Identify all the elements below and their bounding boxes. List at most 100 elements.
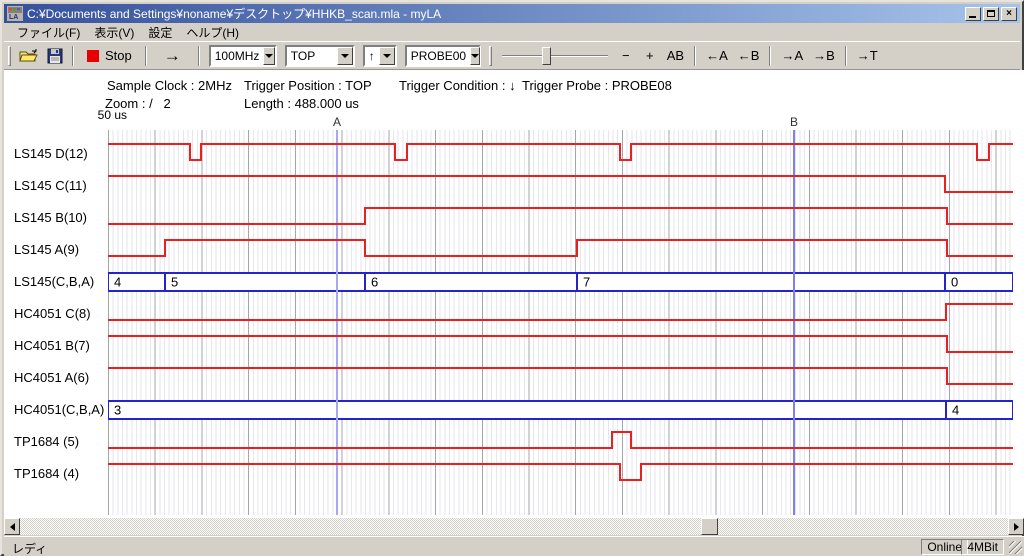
move-b-left-button[interactable]: ←B bbox=[733, 44, 765, 68]
maximize-icon bbox=[987, 10, 995, 17]
minimize-button[interactable] bbox=[965, 7, 981, 21]
scroll-right-button[interactable] bbox=[1008, 518, 1024, 535]
channel-label[interactable]: TP1684 (4) bbox=[14, 466, 106, 482]
info-trigger-probe: Trigger Probe : PROBE08 bbox=[522, 78, 672, 93]
toolbar-gripper[interactable] bbox=[489, 46, 492, 66]
run-button[interactable]: → bbox=[152, 44, 193, 68]
toolbar: Stop → 100MHz TOP ↑ PROBE00 − + AB ←A bbox=[4, 41, 1020, 70]
bus-value: 7 bbox=[583, 275, 590, 290]
zoom-out-button[interactable]: − bbox=[614, 44, 638, 68]
sample-clock-combo[interactable]: 100MHz bbox=[209, 45, 277, 67]
slider-thumb[interactable] bbox=[542, 47, 551, 65]
info-trigger-condition: Trigger Condition : ↓ bbox=[399, 78, 516, 93]
trigger-position-combo[interactable]: TOP bbox=[285, 45, 355, 67]
channel-label[interactable]: LS145(C,B,A) bbox=[14, 274, 106, 290]
signal-path bbox=[108, 464, 1013, 480]
waveform-svg: 4567034 bbox=[108, 130, 1013, 515]
sample-clock-value: 100MHz bbox=[211, 49, 264, 63]
cursor-label-b[interactable]: B bbox=[786, 115, 802, 129]
save-button[interactable] bbox=[43, 44, 67, 68]
menubar: ファイル(F) 表示(V) 設定 ヘルプ(H) bbox=[4, 23, 1020, 41]
channel-label[interactable]: HC4051(C,B,A) bbox=[14, 402, 106, 418]
channel-label[interactable]: LS145 A(9) bbox=[14, 242, 106, 258]
status-memory: 4MBit bbox=[961, 539, 1004, 555]
trigger-position-value: TOP bbox=[287, 49, 337, 63]
cursor-label-a[interactable]: A bbox=[329, 115, 345, 129]
move-b-right-button[interactable]: →B bbox=[808, 44, 840, 68]
menu-help[interactable]: ヘルプ(H) bbox=[179, 23, 246, 42]
chevron-down-icon bbox=[265, 54, 273, 62]
bus-value: 6 bbox=[371, 275, 378, 290]
triangle-left-icon bbox=[6, 523, 15, 531]
chevron-down-icon bbox=[383, 54, 391, 62]
status-ready: レディ bbox=[12, 540, 47, 556]
maximize-button[interactable] bbox=[983, 7, 999, 21]
app-window: LA C:¥Documents and Settings¥noname¥デスクト… bbox=[0, 0, 1024, 556]
signal-path bbox=[108, 304, 1013, 320]
toolbar-gripper[interactable] bbox=[8, 46, 11, 66]
titlebar[interactable]: LA C:¥Documents and Settings¥noname¥デスクト… bbox=[4, 4, 1020, 23]
channel-label[interactable]: LS145 C(11) bbox=[14, 178, 106, 194]
scroll-left-button[interactable] bbox=[4, 518, 20, 535]
ab-button[interactable]: AB bbox=[662, 44, 689, 68]
goto-trigger-button[interactable]: →T bbox=[852, 44, 883, 68]
open-file-button[interactable] bbox=[15, 44, 43, 68]
waveform-plot[interactable]: 4567034 bbox=[108, 130, 1013, 515]
trigger-probe-value: PROBE00 bbox=[407, 49, 470, 63]
channel-label[interactable]: HC4051 A(6) bbox=[14, 370, 106, 386]
zoom-slider[interactable] bbox=[502, 44, 608, 68]
waveform-view: Sample Clock : 2MHz Trigger Position : T… bbox=[4, 70, 1024, 518]
toolbar-separator bbox=[845, 46, 847, 66]
svg-text:LA: LA bbox=[9, 14, 18, 21]
resize-grip-icon[interactable] bbox=[1009, 541, 1022, 554]
combo-dropdown-button[interactable] bbox=[379, 47, 395, 65]
combo-dropdown-button[interactable] bbox=[337, 47, 353, 65]
zoom-in-button[interactable]: + bbox=[638, 44, 662, 68]
move-a-right-button[interactable]: →A bbox=[776, 44, 808, 68]
info-trigger-position: Trigger Position : TOP bbox=[244, 78, 372, 93]
signal-path bbox=[108, 336, 1013, 352]
channel-label[interactable]: LS145 D(12) bbox=[14, 146, 106, 162]
window-title: C:¥Documents and Settings¥noname¥デスクトップ¥… bbox=[27, 5, 965, 22]
chevron-down-icon bbox=[471, 54, 479, 62]
menu-view[interactable]: 表示(V) bbox=[87, 23, 141, 42]
channel-label[interactable]: TP1684 (5) bbox=[14, 434, 106, 450]
bus-value: 3 bbox=[114, 403, 121, 418]
scrollbar-thumb[interactable] bbox=[701, 518, 718, 535]
trigger-edge-value: ↑ bbox=[365, 49, 379, 63]
statusbar: レディ Online 4MBit bbox=[4, 536, 1024, 556]
signal-path bbox=[108, 240, 1013, 256]
trigger-probe-combo[interactable]: PROBE00 bbox=[405, 45, 481, 67]
open-folder-icon bbox=[19, 48, 39, 64]
app-icon[interactable]: LA bbox=[7, 6, 23, 21]
save-floppy-icon bbox=[47, 48, 63, 64]
toolbar-separator bbox=[145, 46, 147, 66]
bus-segment bbox=[365, 273, 577, 291]
info-length: Length : 488.000 us bbox=[244, 96, 359, 111]
menu-settings[interactable]: 設定 bbox=[141, 23, 179, 42]
close-button[interactable]: × bbox=[1001, 7, 1017, 21]
move-a-left-button[interactable]: ←A bbox=[701, 44, 733, 68]
bus-value: 5 bbox=[171, 275, 178, 290]
stop-button[interactable]: Stop bbox=[79, 44, 140, 68]
slider-track bbox=[502, 55, 608, 57]
menu-file[interactable]: ファイル(F) bbox=[10, 23, 87, 42]
bus-value: 0 bbox=[951, 275, 958, 290]
signal-path bbox=[108, 144, 1013, 160]
minimize-icon bbox=[969, 16, 976, 18]
horizontal-scrollbar[interactable] bbox=[4, 518, 1024, 535]
chevron-down-icon bbox=[341, 54, 349, 62]
combo-dropdown-button[interactable] bbox=[263, 47, 274, 65]
trigger-edge-combo[interactable]: ↑ bbox=[363, 45, 397, 67]
toolbar-separator bbox=[198, 46, 200, 66]
stop-icon bbox=[87, 50, 99, 62]
toolbar-separator bbox=[769, 46, 771, 66]
signal-path bbox=[108, 208, 1013, 224]
channel-label[interactable]: HC4051 C(8) bbox=[14, 306, 106, 322]
combo-dropdown-button[interactable] bbox=[470, 47, 480, 65]
channel-label[interactable]: HC4051 B(7) bbox=[14, 338, 106, 354]
channel-label[interactable]: LS145 B(10) bbox=[14, 210, 106, 226]
time-scale-label: 50 us bbox=[70, 108, 127, 122]
info-sample-clock: Sample Clock : 2MHz bbox=[107, 78, 232, 93]
toolbar-separator bbox=[694, 46, 696, 66]
